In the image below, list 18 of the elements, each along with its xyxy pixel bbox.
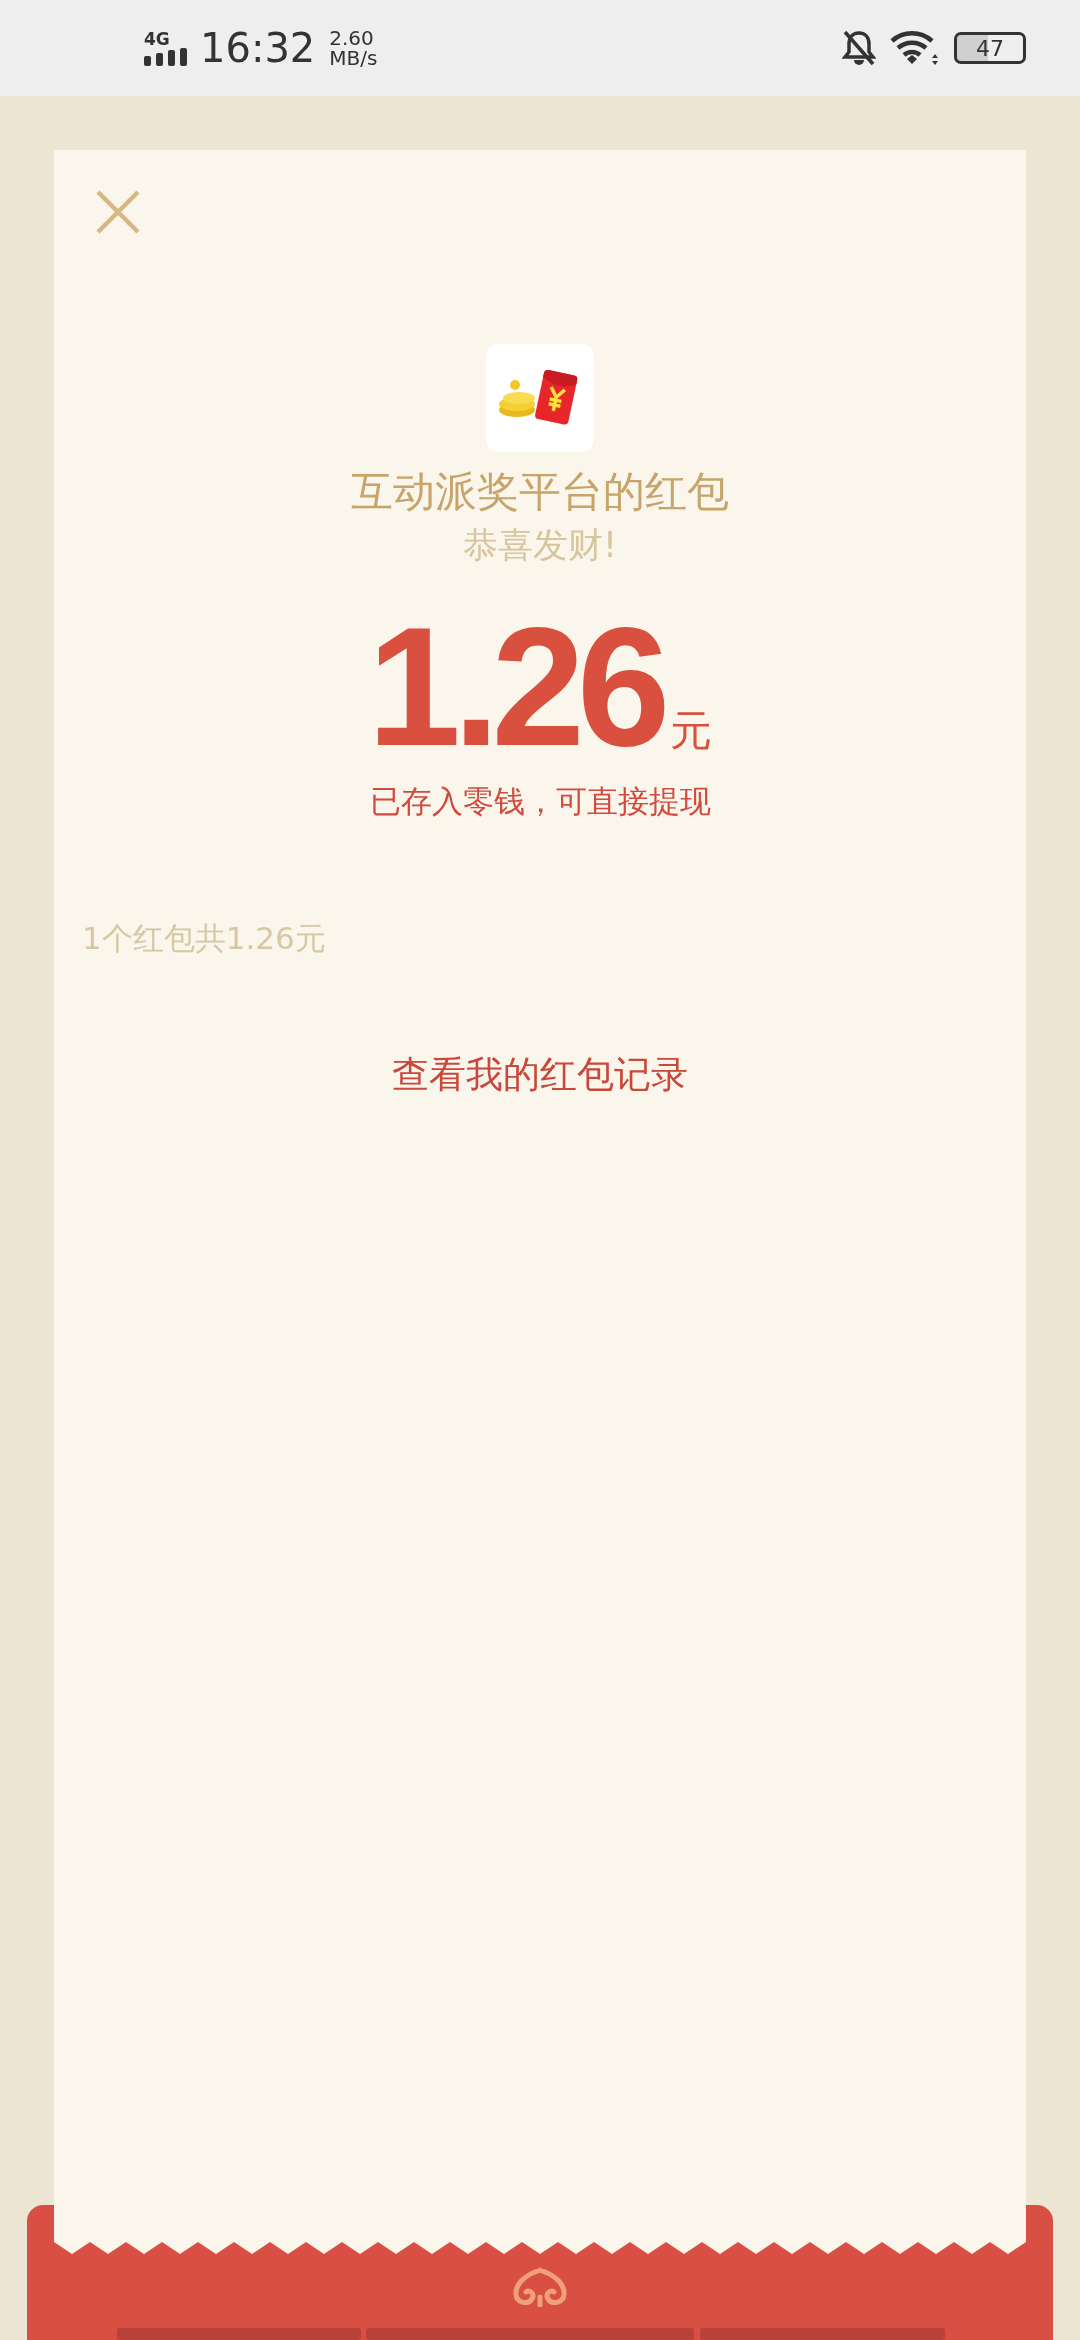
amount: 1.26: [367, 599, 663, 776]
greeting: 恭喜发财!: [463, 524, 617, 567]
currency-unit: 元: [670, 705, 713, 757]
speed-unit: MB/s: [329, 48, 378, 68]
close-icon[interactable]: [96, 190, 140, 234]
sender-title: 互动派奖平台的红包: [351, 466, 729, 518]
clock: 16:32: [200, 25, 316, 71]
deposit-note: 已存入零钱，可直接提现: [369, 782, 711, 822]
network-speed: 2.60: [329, 28, 375, 48]
packet-summary: 1个红包共1.26元: [82, 919, 326, 959]
records-link[interactable]: 查看我的红包记录: [392, 1050, 688, 1101]
network-type: 4G: [144, 30, 170, 48]
app-icon: [486, 344, 594, 452]
cloud-ornament-icon: [512, 2267, 568, 2307]
wifi-icon: [890, 30, 940, 66]
battery-icon: 47: [954, 32, 1026, 64]
muted-bell-icon: [842, 29, 876, 67]
signal-icon: [144, 47, 188, 66]
